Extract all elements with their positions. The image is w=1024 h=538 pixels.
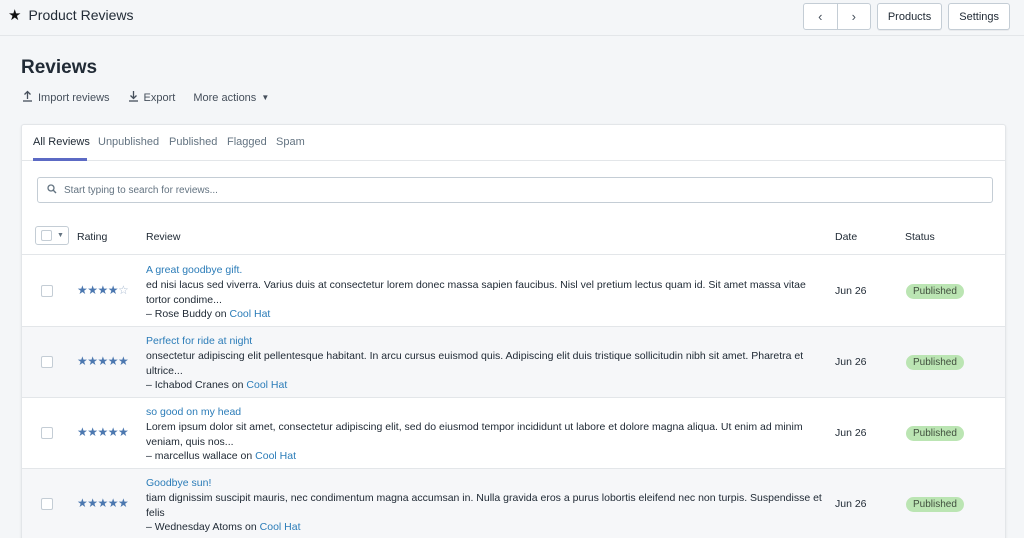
rating-stars-icon: ★★★★★ (77, 354, 129, 368)
product-link[interactable]: Cool Hat (246, 379, 287, 391)
column-header-status: Status (905, 231, 935, 243)
review-date: Jun 26 (835, 498, 867, 510)
review-title-link[interactable]: so good on my head (146, 406, 241, 418)
previous-button[interactable]: ‹ (804, 4, 837, 29)
review-title-link[interactable]: Goodbye sun! (146, 477, 211, 489)
rating-stars-icon: ★★★★★ (77, 425, 129, 439)
chevron-left-icon: ‹ (818, 9, 823, 24)
product-link[interactable]: Cool Hat (255, 450, 296, 462)
review-body: onsectetur adipiscing elit pellentesque … (146, 350, 804, 377)
page-actions: Import reviews Export More actions ▼ (22, 90, 269, 105)
caret-down-icon: ▼ (57, 232, 64, 239)
author-name: – marcellus wallace (146, 450, 238, 462)
next-button[interactable]: › (836, 4, 870, 29)
table-row[interactable]: ★★★★☆ A great goodbye gift. ed nisi lacu… (22, 256, 1005, 327)
upload-icon (22, 90, 33, 105)
row-checkbox[interactable] (41, 356, 53, 368)
review-title-link[interactable]: A great goodbye gift. (146, 264, 242, 276)
review-date: Jun 26 (835, 427, 867, 439)
tab-bar: All Reviews Unpublished Published Flagge… (22, 125, 1005, 161)
row-checkbox[interactable] (41, 498, 53, 510)
status-badge: Published (906, 284, 964, 299)
review-author: – Ichabod Cranes on Cool Hat (146, 379, 287, 391)
search-input[interactable] (64, 184, 964, 196)
table-row[interactable]: ★★★★★ so good on my head Lorem ipsum dol… (22, 398, 1005, 469)
status-badge: Published (906, 355, 964, 370)
author-name: – Wednesday Atoms (146, 521, 243, 533)
more-actions-button[interactable]: More actions ▼ (193, 90, 269, 105)
author-product-separator: on (245, 521, 257, 533)
review-date: Jun 26 (835, 285, 867, 297)
tab-all-reviews[interactable]: All Reviews (33, 136, 90, 148)
products-button[interactable]: Products (876, 3, 943, 30)
checkbox[interactable] (41, 230, 52, 241)
reviews-card: All Reviews Unpublished Published Flagge… (21, 124, 1006, 538)
import-reviews-button[interactable]: Import reviews (22, 90, 110, 105)
column-header-date: Date (835, 231, 858, 243)
review-author: – marcellus wallace on Cool Hat (146, 450, 296, 462)
pagination: ‹ › (802, 3, 871, 30)
caret-down-icon: ▼ (261, 93, 270, 102)
status-badge: Published (906, 497, 964, 512)
table-row[interactable]: ★★★★★ Perfect for ride at night onsectet… (22, 327, 1005, 398)
star-icon: ★ (8, 6, 22, 24)
table-header: ▼ Rating Review Date Status (22, 221, 1005, 255)
app-title: ★ Product Reviews (8, 7, 134, 23)
search-icon (47, 183, 57, 197)
app-title-label: Product Reviews (28, 7, 134, 23)
author-product-separator: on (240, 450, 253, 462)
status-badge: Published (906, 426, 964, 441)
product-link[interactable]: Cool Hat (230, 308, 271, 320)
author-product-separator: on (231, 379, 244, 391)
product-link[interactable]: Cool Hat (260, 521, 301, 533)
review-author: – Rose Buddy on Cool Hat (146, 308, 270, 320)
table-row[interactable]: ★★★★★ Goodbye sun! tiam dignissim suscip… (22, 469, 1005, 538)
author-name: – Rose Buddy (146, 308, 212, 320)
settings-button[interactable]: Settings (948, 3, 1010, 30)
author-name: – Ichabod Cranes (146, 379, 229, 391)
import-reviews-label: Import reviews (38, 91, 110, 104)
more-actions-label: More actions (193, 91, 257, 104)
review-body: ed nisi lacus sed viverra. Varius duis a… (146, 279, 806, 306)
review-title-link[interactable]: Perfect for ride at night (146, 335, 252, 347)
row-checkbox[interactable] (41, 285, 53, 297)
review-date: Jun 26 (835, 356, 867, 368)
rating-stars-icon: ★★★★★ (77, 496, 129, 510)
top-actions: ‹ › Products Settings (802, 3, 1010, 30)
tab-published[interactable]: Published (169, 136, 217, 148)
review-body: Lorem ipsum dolor sit amet, consectetur … (146, 421, 803, 448)
search-field[interactable] (37, 177, 993, 203)
download-icon (128, 90, 139, 105)
rating-stars-icon: ★★★★☆ (77, 283, 129, 297)
tab-flagged[interactable]: Flagged (227, 136, 267, 148)
column-header-review: Review (146, 231, 181, 243)
page-title: Reviews (21, 57, 98, 78)
author-product-separator: on (214, 308, 227, 320)
review-author: – Wednesday Atoms on Cool Hat (146, 521, 301, 533)
tab-spam[interactable]: Spam (276, 136, 305, 148)
column-header-rating: Rating (77, 231, 108, 243)
export-button[interactable]: Export (128, 90, 176, 105)
chevron-right-icon: › (851, 9, 856, 24)
bulk-select-checkbox[interactable]: ▼ (35, 226, 69, 245)
tab-unpublished[interactable]: Unpublished (98, 136, 159, 148)
top-bar: ★ Product Reviews ‹ › Products Settings (0, 0, 1024, 36)
review-body: tiam dignissim suscipit mauris, nec cond… (146, 492, 822, 519)
active-tab-indicator (33, 158, 87, 161)
row-checkbox[interactable] (41, 427, 53, 439)
export-label: Export (143, 91, 176, 104)
